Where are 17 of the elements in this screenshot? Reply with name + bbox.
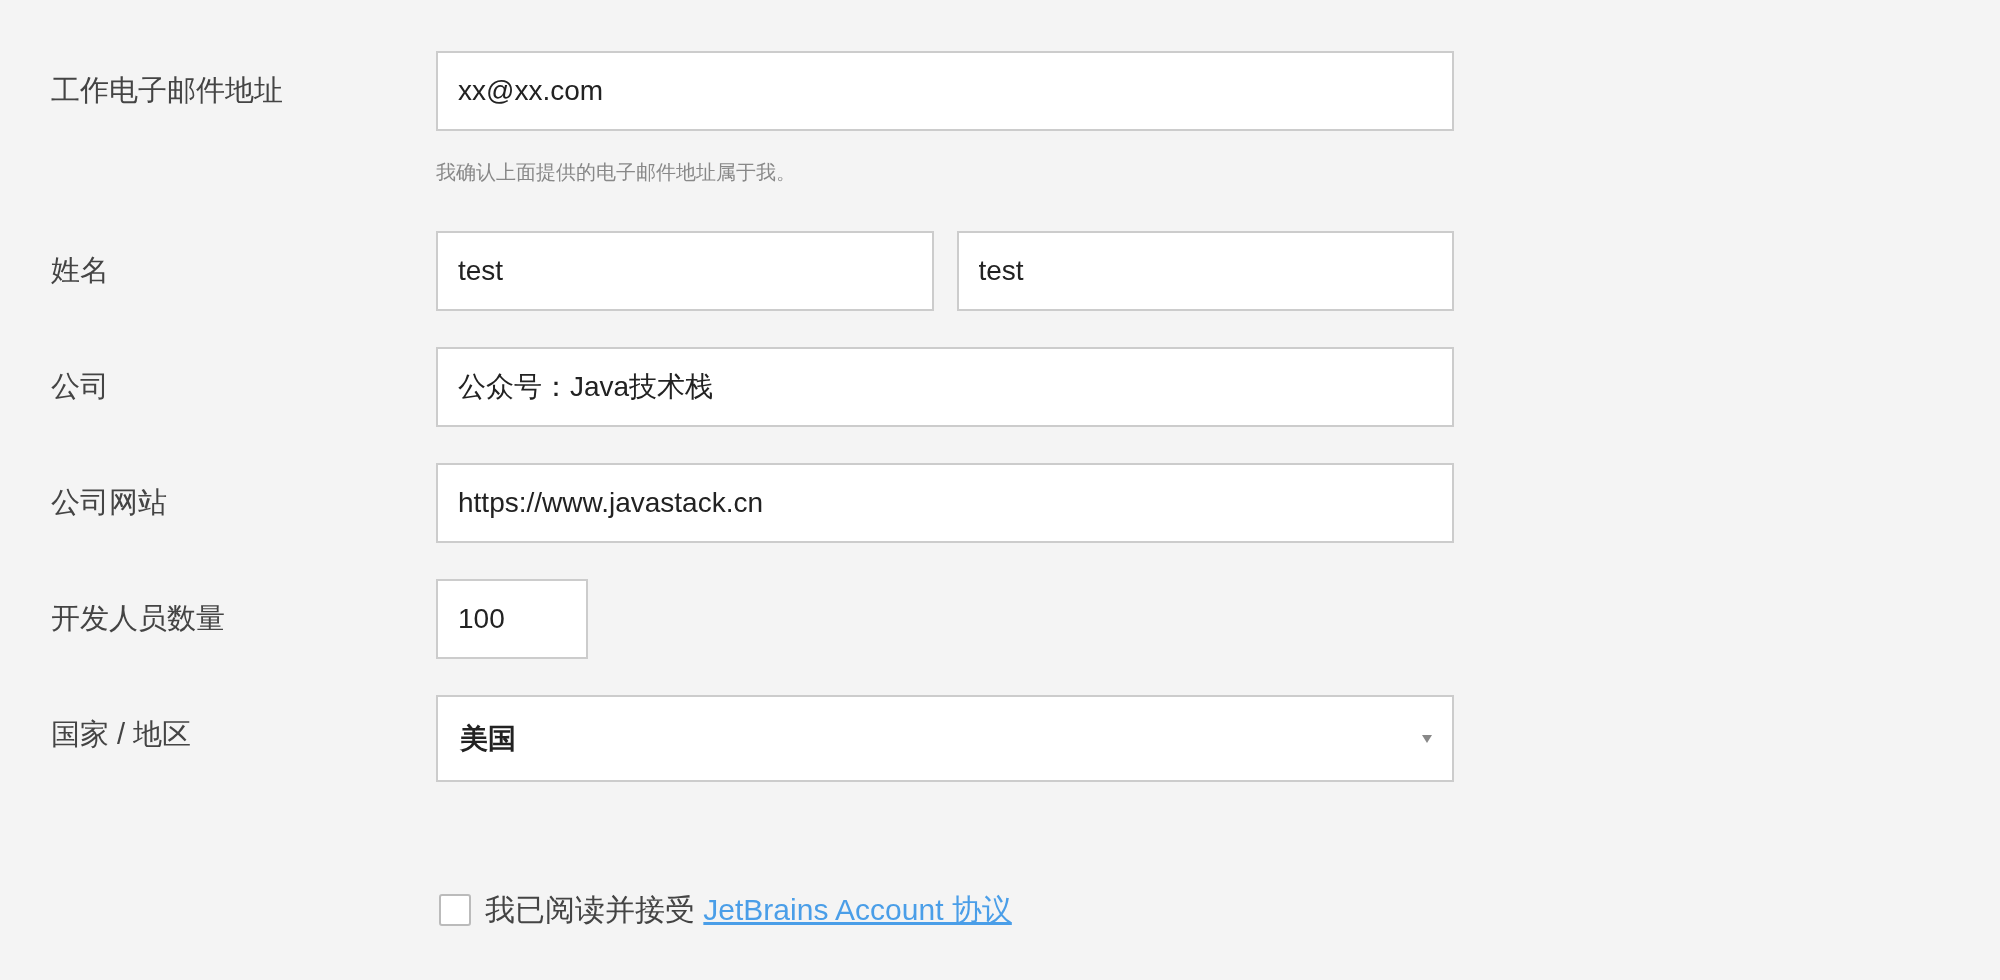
input-field[interactable]: 100 (436, 579, 588, 659)
field-label: 开发人员数量 (51, 601, 226, 637)
field-label: 工作电子邮件地址 (51, 73, 284, 109)
field-label: 公司网站 (51, 485, 168, 521)
field-label: 国家 / 地区 (51, 717, 193, 753)
country-select[interactable]: 美国 (436, 695, 1454, 782)
input-field[interactable]: test (436, 231, 934, 311)
caret-icon (1422, 734, 1432, 743)
checkbox[interactable] (439, 893, 471, 926)
agreement-text: 我已阅读并接受 JetBrains Account 协议 (485, 892, 1012, 928)
input-field[interactable]: xx@xx.com (436, 51, 1454, 131)
input-field[interactable]: 公众号：Java技术栈 (436, 347, 1454, 427)
field-label: 公司 (51, 369, 110, 405)
field-label: 姓名 (51, 253, 110, 289)
input-field[interactable]: https://www.javastack.cn (436, 463, 1454, 543)
hint-text: 我确认上面提供的电子邮件地址属于我。 (436, 160, 796, 185)
input-field[interactable]: test (956, 231, 1454, 311)
